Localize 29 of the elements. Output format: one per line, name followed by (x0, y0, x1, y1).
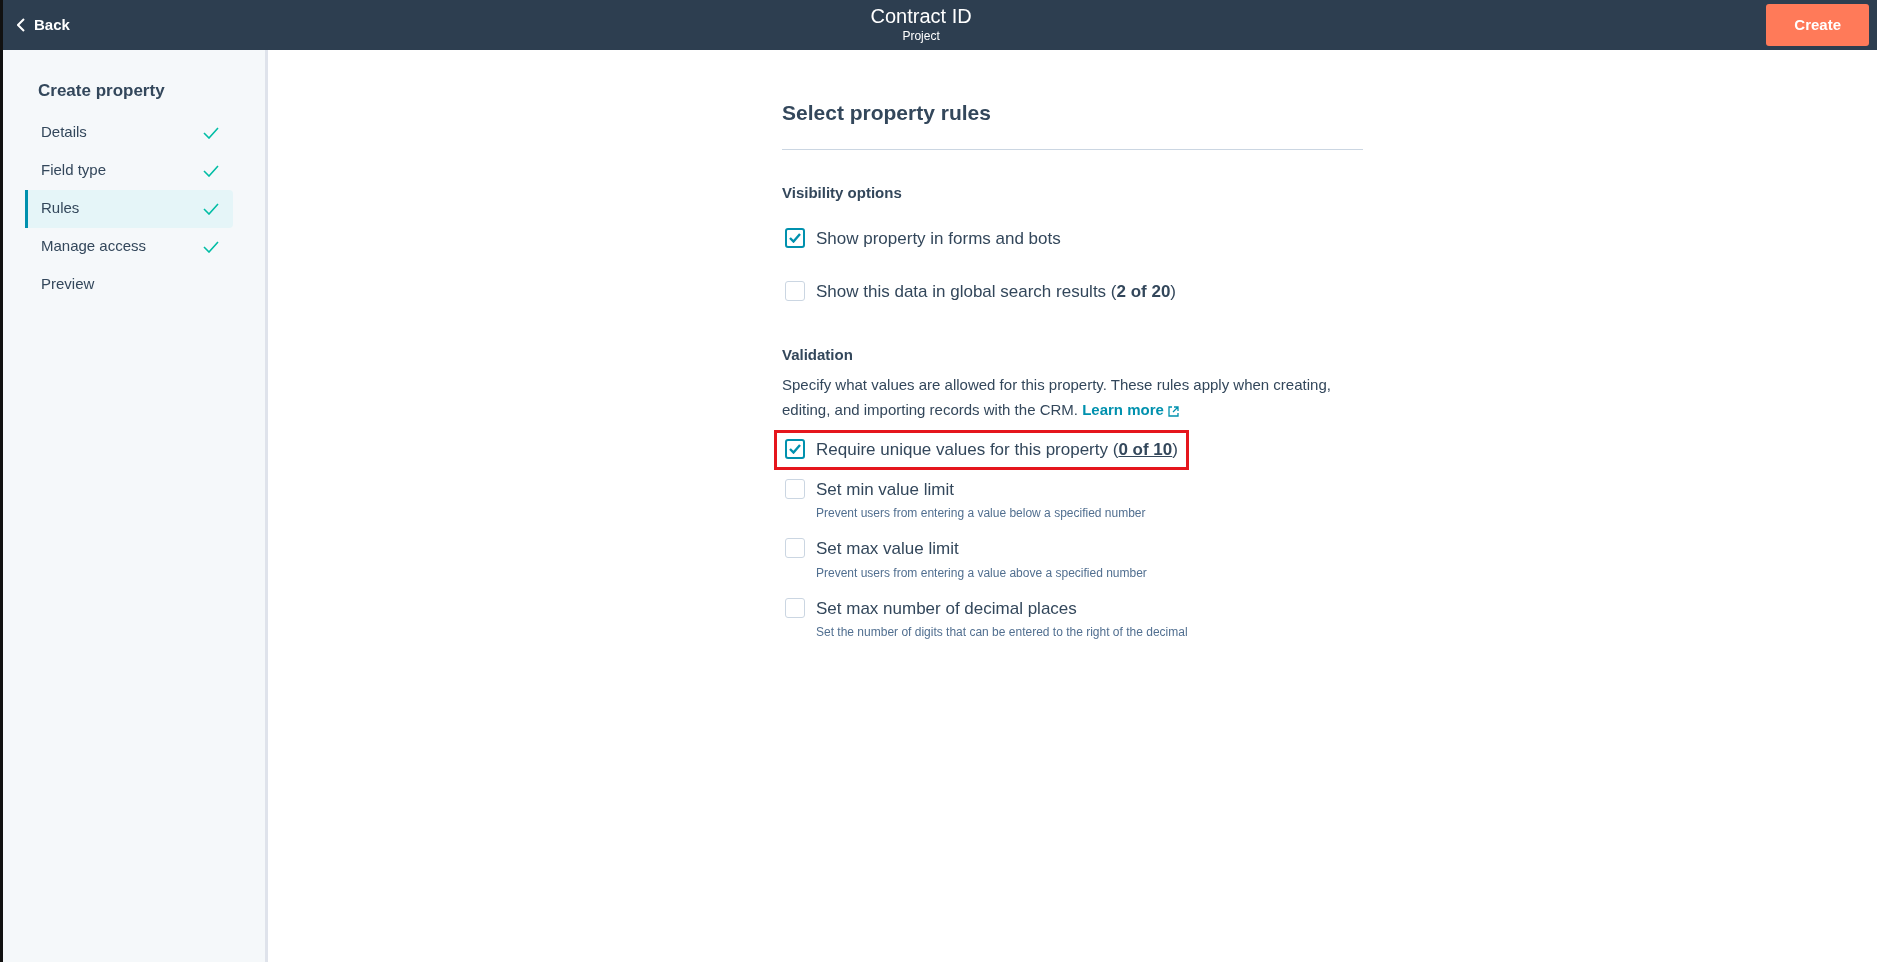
checkbox[interactable] (785, 227, 805, 248)
step-item[interactable]: Details (25, 113, 233, 152)
page-subtitle: Project (901, 28, 941, 45)
checkbox[interactable] (785, 439, 805, 460)
checkmark-icon (789, 444, 801, 455)
back-button[interactable]: Back (11, 12, 76, 38)
checkbox-hint: Prevent users from entering a value below a specified number (816, 505, 1146, 523)
checkbox-hint: Prevent users from entering a value above a specified number (816, 564, 1147, 582)
learn-more-link[interactable]: Learn more (1082, 401, 1179, 419)
validation-description: Specify what values are allowed for this property. These rules apply when creating, editing, and importing records with the CRM. Learn more (782, 375, 1332, 421)
checkbox-label: Set min value limit (816, 478, 955, 501)
sidebar-title: Create property (38, 80, 166, 102)
section-heading: Visibility options (782, 183, 903, 204)
checkbox-label: Show property in forms and bots (816, 227, 1061, 250)
step-item[interactable]: Field type (25, 151, 233, 190)
checkbox-label: Set max number of decimal places (816, 597, 1078, 620)
checkbox-label: Show this data in global search results (2 of 20) (816, 281, 1177, 304)
step-item[interactable]: Manage access (25, 227, 233, 266)
section-heading: Validation (782, 344, 854, 365)
section-title: Select property rules (782, 100, 1363, 151)
checkmark-icon (789, 232, 801, 243)
step-item[interactable]: Preview (25, 265, 233, 304)
external-link-icon (1168, 405, 1179, 417)
checkbox-hint: Set the number of digits that can be entered to the right of the decimal (816, 624, 1188, 642)
page-title: Contract ID (870, 5, 972, 27)
step-item[interactable]: Rules (25, 189, 233, 228)
chevron-left-icon (17, 18, 26, 32)
checkbox-label: Set max value limit (816, 538, 960, 561)
checkbox-label: Require unique values for this property (0 of 10) (816, 439, 1178, 462)
